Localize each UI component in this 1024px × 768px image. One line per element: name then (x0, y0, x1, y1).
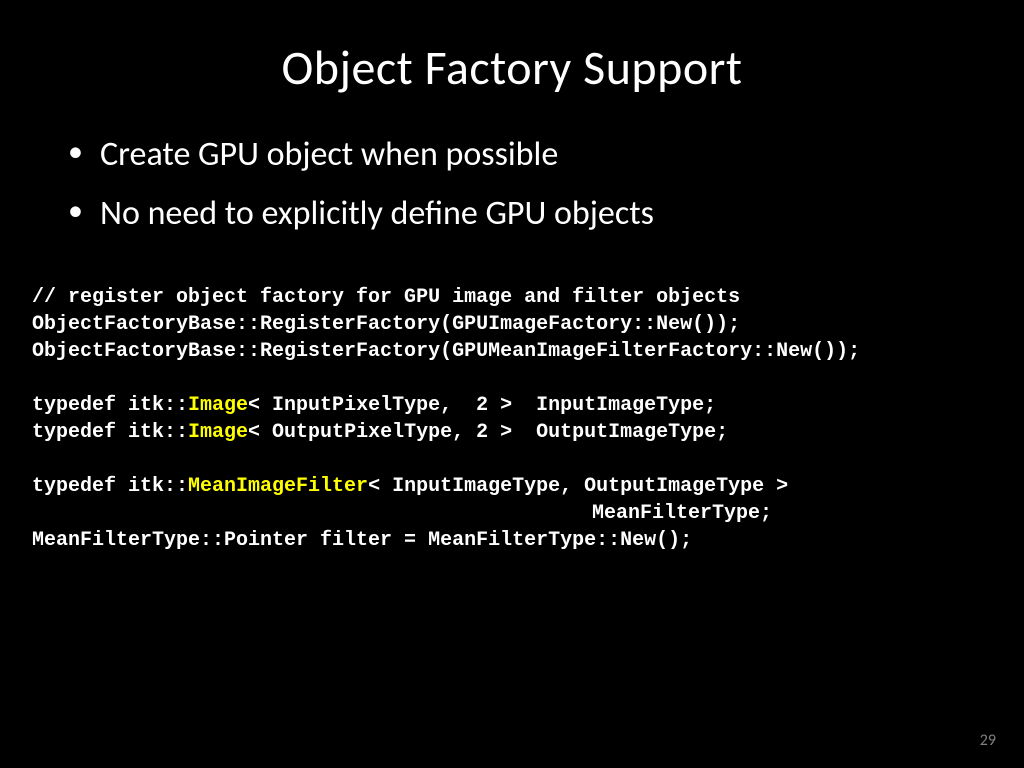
bullet-list: Create GPU object when possible No need … (62, 129, 1024, 240)
code-text: typedef itk:: (32, 475, 188, 498)
code-text: < InputImageType, OutputImageType > (368, 475, 788, 498)
code-line: typedef itk::MeanImageFilter< InputImage… (32, 475, 788, 498)
code-line: typedef itk::Image< OutputPixelType, 2 >… (32, 421, 728, 444)
code-text: typedef itk:: (32, 394, 188, 417)
code-text: typedef itk:: (32, 421, 188, 444)
code-line: ObjectFactoryBase::RegisterFactory(GPUIm… (32, 313, 740, 336)
slide: Object Factory Support Create GPU object… (0, 0, 1024, 768)
code-line: typedef itk::Image< InputPixelType, 2 > … (32, 394, 716, 417)
code-highlight: Image (188, 421, 248, 444)
code-line: ObjectFactoryBase::RegisterFactory(GPUMe… (32, 340, 860, 363)
code-line: // register object factory for GPU image… (32, 286, 740, 309)
code-text: < InputPixelType, 2 > InputImageType; (248, 394, 716, 417)
code-line: MeanFilterType; (32, 500, 772, 527)
code-highlight: Image (188, 394, 248, 417)
bullet-item: No need to explicitly define GPU objects (62, 188, 1024, 241)
bullet-item: Create GPU object when possible (62, 129, 1024, 182)
code-line: MeanFilterType::Pointer filter = MeanFil… (32, 529, 692, 552)
code-highlight: MeanImageFilter (188, 475, 368, 498)
page-number: 29 (980, 731, 996, 750)
slide-title: Object Factory Support (0, 0, 1024, 97)
code-text: < OutputPixelType, 2 > OutputImageType; (248, 421, 728, 444)
code-block: // register object factory for GPU image… (32, 284, 1024, 554)
